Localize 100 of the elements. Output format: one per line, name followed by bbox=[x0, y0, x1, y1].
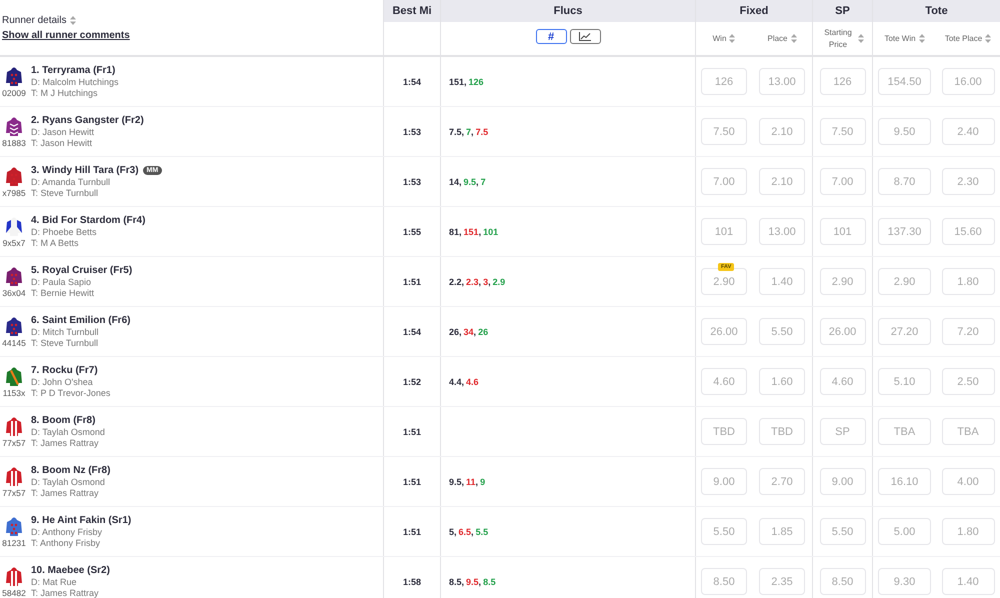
odds-button[interactable]: 2.90 bbox=[701, 268, 747, 295]
odds-button[interactable]: 2.40 bbox=[942, 118, 994, 145]
driver-name: D: Phoebe Betts bbox=[31, 227, 98, 237]
odds-button[interactable]: 9.00 bbox=[820, 468, 866, 495]
best-mile-time: 1:51 bbox=[383, 407, 440, 456]
runner-name[interactable]: 5. Royal Cruiser (Fr5) bbox=[31, 265, 132, 276]
sort-icon bbox=[858, 34, 864, 43]
odds-button[interactable]: 2.10 bbox=[759, 168, 805, 195]
trainer-name: T: P D Trevor-Jones bbox=[31, 388, 110, 398]
fluctuation-price: 2.9 bbox=[492, 276, 506, 286]
fluctuation-price: 8.5 bbox=[449, 576, 462, 586]
odds-button[interactable]: 126 bbox=[820, 68, 866, 95]
odds-button[interactable]: 7.50 bbox=[701, 118, 747, 145]
odds-button[interactable]: 15.60 bbox=[942, 218, 994, 245]
odds-button[interactable]: 2.70 bbox=[759, 468, 805, 495]
odds-button[interactable]: 9.50 bbox=[878, 118, 931, 145]
odds-button[interactable]: 101 bbox=[820, 218, 866, 245]
odds-button[interactable]: 1.60 bbox=[759, 368, 805, 395]
runner-name[interactable]: 9. He Aint Fakin (Sr1) bbox=[31, 515, 132, 526]
odds-button[interactable]: 9.30 bbox=[878, 568, 931, 595]
odds-button[interactable]: 1.80 bbox=[942, 518, 994, 545]
odds-button[interactable]: 9.00 bbox=[701, 468, 747, 495]
odds-button[interactable]: 2.50 bbox=[942, 368, 994, 395]
odds-button[interactable]: TBD bbox=[759, 418, 805, 445]
runner-name[interactable]: 1. Terryrama (Fr1) bbox=[31, 65, 116, 76]
form-figures: 81231 bbox=[2, 538, 26, 548]
fluctuation-price: 26 bbox=[449, 326, 460, 336]
odds-button[interactable]: 27.20 bbox=[878, 318, 931, 345]
odds-button[interactable]: 5.50 bbox=[701, 518, 747, 545]
runner-name[interactable]: 8. Boom Nz (Fr8) bbox=[31, 465, 110, 476]
odds-button[interactable]: TBD bbox=[701, 418, 747, 445]
separator: , bbox=[478, 576, 482, 586]
odds-button[interactable]: 5.00 bbox=[878, 518, 931, 545]
odds-button[interactable]: 4.00 bbox=[942, 468, 994, 495]
odds-button[interactable]: 26.00 bbox=[820, 318, 866, 345]
odds-button[interactable]: 7.20 bbox=[942, 318, 994, 345]
odds-button[interactable]: 7.00 bbox=[820, 168, 866, 195]
sort-icon bbox=[70, 16, 76, 24]
odds-button[interactable]: 16.00 bbox=[942, 68, 994, 95]
odds-button[interactable]: 4.60 bbox=[820, 368, 866, 395]
odds-button[interactable]: 2.90 bbox=[878, 268, 931, 295]
odds-button[interactable]: 8.70 bbox=[878, 168, 931, 195]
odds-button[interactable]: 126 bbox=[701, 68, 747, 95]
column-header[interactable]: Tote Place bbox=[944, 34, 982, 43]
fluctuation-price: 126 bbox=[468, 76, 484, 86]
runner-name[interactable]: 6. Saint Emilion (Fr6) bbox=[31, 315, 130, 326]
comments-link[interactable]: Show all runner comments bbox=[2, 30, 130, 40]
odds-button[interactable]: 154.50 bbox=[878, 68, 931, 95]
runner-name[interactable]: 2. Ryans Gangster (Fr2) bbox=[31, 115, 144, 126]
driver-name: D: Taylah Osmond bbox=[31, 477, 106, 487]
column-header[interactable]: Runner details bbox=[2, 14, 66, 26]
odds-button[interactable]: 7.00 bbox=[701, 168, 747, 195]
separator: , bbox=[471, 526, 474, 536]
odds-button[interactable]: 1.40 bbox=[759, 268, 805, 295]
runner-name[interactable]: 7. Rocku (Fr7) bbox=[31, 365, 98, 376]
fluctuation-price: 14 bbox=[449, 176, 460, 186]
column-header[interactable]: Place bbox=[767, 34, 788, 43]
best-mile-time: 1:54 bbox=[383, 57, 440, 106]
odds-button[interactable]: 137.30 bbox=[878, 218, 931, 245]
odds-button[interactable]: 13.00 bbox=[759, 68, 805, 95]
odds-button[interactable]: 26.00 bbox=[701, 318, 747, 345]
odds-button[interactable]: 1.40 bbox=[942, 568, 994, 595]
view-toggle[interactable]: # bbox=[536, 29, 566, 44]
column-header: Tote bbox=[872, 0, 1000, 22]
odds-button[interactable]: SP bbox=[820, 418, 866, 445]
odds-button[interactable]: 5.50 bbox=[759, 318, 805, 345]
odds-button[interactable]: 13.00 bbox=[759, 218, 805, 245]
odds-button[interactable]: 101 bbox=[701, 218, 747, 245]
odds-button[interactable]: 2.10 bbox=[759, 118, 805, 145]
chart-toggle[interactable] bbox=[570, 29, 600, 44]
odds-button[interactable]: 2.30 bbox=[942, 168, 994, 195]
runner-name[interactable]: 3. Windy Hill Tara (Fr3) bbox=[31, 165, 139, 176]
best-mile-time: 1:55 bbox=[383, 207, 440, 256]
odds-button[interactable]: 1.85 bbox=[759, 518, 805, 545]
column-header[interactable]: Tote Win bbox=[884, 34, 916, 43]
odds-button[interactable]: 5.50 bbox=[820, 518, 866, 545]
runner-name[interactable]: 10. Maebee (Sr2) bbox=[31, 565, 110, 576]
form-figures: 77x57 bbox=[2, 488, 26, 498]
form-figures: 36x04 bbox=[2, 288, 26, 298]
odds-button[interactable]: 2.35 bbox=[759, 568, 805, 595]
column-header[interactable]: Win bbox=[712, 34, 726, 43]
sort-icon bbox=[918, 34, 925, 43]
form-figures: 02009 bbox=[2, 88, 26, 98]
odds-button[interactable]: 2.90 bbox=[820, 268, 866, 295]
odds-button[interactable]: 7.50 bbox=[820, 118, 866, 145]
odds-button[interactable]: 4.60 bbox=[701, 368, 747, 395]
odds-button[interactable]: TBA bbox=[878, 418, 931, 445]
separator: , bbox=[478, 276, 482, 286]
runner-name[interactable]: 4. Bid For Stardom (Fr4) bbox=[31, 215, 146, 226]
odds-button[interactable]: 8.50 bbox=[820, 568, 866, 595]
odds-button[interactable]: 16.10 bbox=[878, 468, 931, 495]
odds-button[interactable]: 5.10 bbox=[878, 368, 931, 395]
odds-button[interactable]: 1.80 bbox=[942, 268, 994, 295]
runner-name[interactable]: 8. Boom (Fr8) bbox=[31, 415, 96, 426]
form-figures: 77x57 bbox=[2, 438, 26, 448]
odds-button[interactable]: TBA bbox=[942, 418, 994, 445]
driver-name: D: Paula Sapio bbox=[31, 277, 92, 287]
column-header[interactable]: Starting Price bbox=[821, 26, 855, 50]
odds-button[interactable]: 8.50 bbox=[701, 568, 747, 595]
best-mile-time: 1:58 bbox=[383, 557, 440, 598]
